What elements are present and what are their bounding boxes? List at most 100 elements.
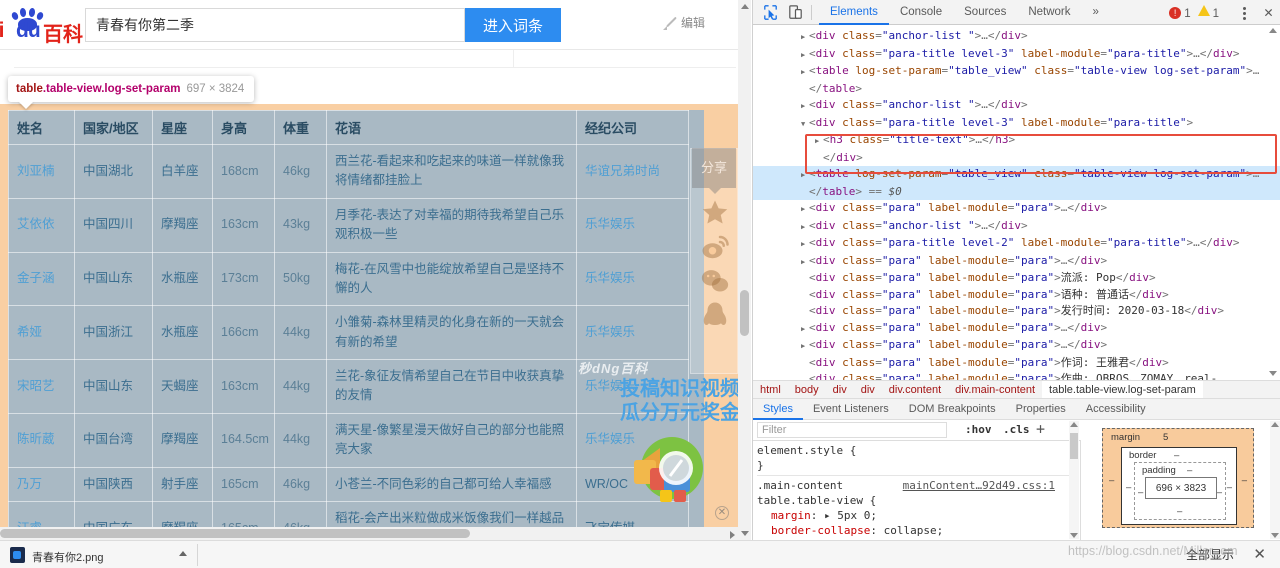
- baidu-baike-logo[interactable]: ai du 百科: [0, 7, 84, 46]
- box-border-left-value[interactable]: –: [1126, 482, 1131, 493]
- scroll-up-arrow-icon[interactable]: [741, 4, 749, 9]
- disclosure-triangle-icon[interactable]: [801, 337, 809, 355]
- star-icon[interactable]: [700, 198, 730, 228]
- box-margin-right-value[interactable]: –: [1242, 475, 1247, 486]
- dom-line[interactable]: <div class="para-title level-3" label-mo…: [753, 46, 1280, 64]
- dom-line[interactable]: <div class="para" label-module="para">…<…: [753, 320, 1280, 338]
- disclosure-triangle-icon[interactable]: [801, 218, 809, 236]
- style-declaration[interactable]: margin: ▸ 5px 0;: [757, 508, 1069, 523]
- disclosure-triangle-icon[interactable]: [801, 200, 809, 218]
- box-scroll-up-icon[interactable]: [1271, 422, 1279, 427]
- dom-tree-scrollbar[interactable]: [1267, 28, 1278, 376]
- download-item-chevron-icon[interactable]: [179, 551, 187, 556]
- styles-scroll-up-icon[interactable]: [1070, 422, 1078, 427]
- sidebar-tab-dom-breakpoints[interactable]: DOM Breakpoints: [899, 399, 1006, 420]
- breadcrumb-item[interactable]: body: [788, 381, 826, 398]
- disclosure-triangle-icon[interactable]: [801, 115, 809, 133]
- enter-entry-button[interactable]: 进入词条: [465, 8, 561, 42]
- box-margin-top-value[interactable]: 5: [1163, 432, 1168, 443]
- more-tabs-icon[interactable]: »: [1082, 0, 1110, 25]
- box-border-area[interactable]: border – – – padding – – – – 696 × 3823: [1121, 447, 1237, 525]
- styles-scroll-thumb[interactable]: [1070, 433, 1078, 459]
- edit-entry-link[interactable]: 编辑: [663, 14, 705, 31]
- sidebar-tab-event-listeners[interactable]: Event Listeners: [803, 399, 899, 420]
- cell-link[interactable]: 刘亚楠: [17, 164, 55, 178]
- scroll-down-arrow-icon[interactable]: [741, 531, 749, 536]
- dom-line[interactable]: <div class="anchor-list ">…</div>: [753, 28, 1280, 46]
- box-padding-right-value[interactable]: –: [1217, 487, 1222, 498]
- disclosure-triangle-icon[interactable]: [801, 320, 809, 338]
- cell-link[interactable]: 乐华娱乐: [585, 217, 635, 231]
- breadcrumb-item[interactable]: div.content: [882, 381, 948, 398]
- hov-toggle-button[interactable]: :hov: [965, 423, 992, 436]
- box-border-right-value[interactable]: –: [1227, 482, 1232, 493]
- dom-line[interactable]: <div class="para-title level-2" label-mo…: [753, 235, 1280, 253]
- page-horizontal-scrollbar[interactable]: [0, 527, 738, 540]
- cell-link[interactable]: 乐华娱乐: [585, 271, 635, 285]
- dom-line[interactable]: </table>: [753, 81, 1280, 98]
- issues-counter[interactable]: ! 1 1: [1169, 5, 1226, 20]
- search-input[interactable]: [86, 9, 464, 41]
- ad-banner[interactable]: 投稿知识视频 瓜分万元奖金: [598, 372, 751, 502]
- declaration-value[interactable]: : collapse;: [870, 524, 943, 537]
- dom-line[interactable]: <div class="anchor-list ">…</div>: [753, 97, 1280, 115]
- cell-link[interactable]: 金子涵: [17, 271, 55, 285]
- styles-scrollbar[interactable]: [1069, 421, 1079, 539]
- weibo-icon[interactable]: [700, 232, 730, 262]
- qq-icon[interactable]: [700, 300, 730, 330]
- sidebar-tab-properties[interactable]: Properties: [1006, 399, 1076, 420]
- box-padding-left-value[interactable]: –: [1138, 487, 1143, 498]
- cell-link[interactable]: 艾依依: [17, 217, 55, 231]
- cell-link[interactable]: 希娅: [17, 325, 42, 339]
- toggle-device-toolbar-icon[interactable]: [786, 3, 805, 22]
- ad-close-icon[interactable]: ✕: [715, 506, 729, 520]
- dom-line[interactable]: <div class="para" label-module="para">…<…: [753, 253, 1280, 271]
- close-devtools-icon[interactable]: ✕: [1264, 4, 1273, 20]
- breadcrumb-item[interactable]: div.main-content: [948, 381, 1042, 398]
- page-vertical-scrollbar[interactable]: [738, 0, 751, 540]
- cell-link[interactable]: 宋昭艺: [17, 379, 55, 393]
- close-download-bar-icon[interactable]: ✕: [1253, 545, 1266, 563]
- box-model-scrollbar[interactable]: [1270, 421, 1280, 539]
- disclosure-triangle-icon[interactable]: [801, 235, 809, 253]
- dom-line[interactable]: </table> == $0: [753, 183, 1280, 200]
- wechat-icon[interactable]: [700, 266, 730, 296]
- dom-line[interactable]: <div class="para" label-module="para">语种…: [753, 287, 1280, 304]
- dom-scroll-down-icon[interactable]: [1269, 371, 1277, 376]
- box-margin-left-value[interactable]: –: [1109, 475, 1114, 486]
- cls-toggle-button[interactable]: .cls: [1003, 423, 1030, 436]
- box-border-top-value[interactable]: –: [1174, 450, 1179, 461]
- box-padding-bottom-value[interactable]: –: [1177, 506, 1182, 517]
- new-style-rule-button[interactable]: +: [1036, 420, 1045, 438]
- tab-elements[interactable]: Elements: [819, 0, 889, 25]
- sidebar-tab-styles[interactable]: Styles: [753, 399, 803, 420]
- devtools-menu-icon[interactable]: [1237, 5, 1251, 20]
- dom-line[interactable]: <div class="para" label-module="para">…<…: [753, 337, 1280, 355]
- dom-tree[interactable]: <div class="anchor-list ">…</div><div cl…: [753, 25, 1280, 380]
- stylesheet-source-link[interactable]: mainContent…92d49.css:1: [903, 478, 1055, 493]
- box-padding-top-value[interactable]: –: [1187, 465, 1192, 476]
- dom-line[interactable]: <div class="anchor-list ">…</div>: [753, 218, 1280, 236]
- hscroll-right-arrow-icon[interactable]: [730, 531, 735, 539]
- sidebar-tab-accessibility[interactable]: Accessibility: [1076, 399, 1156, 420]
- disclosure-triangle-icon[interactable]: [801, 46, 809, 64]
- cell-link[interactable]: 乐华娱乐: [585, 325, 635, 339]
- scroll-thumb[interactable]: [740, 290, 749, 336]
- dom-line[interactable]: <div class="para-title level-3" label-mo…: [753, 115, 1280, 133]
- dom-line[interactable]: <table log-set-param="table_view" class=…: [753, 63, 1280, 81]
- box-padding-area[interactable]: padding – – – – 696 × 3823: [1134, 462, 1226, 520]
- disclosure-triangle-icon[interactable]: [801, 253, 809, 271]
- cell-link[interactable]: 陈昕葳: [17, 432, 55, 446]
- breadcrumb-item[interactable]: div: [854, 381, 882, 398]
- breadcrumb-item[interactable]: table.table-view.log-set-param: [1042, 381, 1203, 398]
- box-scroll-down-icon[interactable]: [1271, 533, 1279, 538]
- style-declaration[interactable]: border-collapse: collapse;: [757, 523, 1069, 538]
- tab-network[interactable]: Network: [1017, 0, 1081, 25]
- download-item[interactable]: 青春有你2.png: [8, 544, 198, 566]
- box-content-size[interactable]: 696 × 3823: [1145, 477, 1217, 499]
- dom-line[interactable]: <div class="para" label-module="para">作词…: [753, 355, 1280, 372]
- style-rule-selector[interactable]: .main-content mainContent…92d49.css:1: [757, 478, 1069, 493]
- search-box[interactable]: [85, 8, 465, 42]
- style-rule-selector[interactable]: element.style {: [757, 443, 1069, 458]
- styles-filter-input[interactable]: Filter: [757, 422, 947, 438]
